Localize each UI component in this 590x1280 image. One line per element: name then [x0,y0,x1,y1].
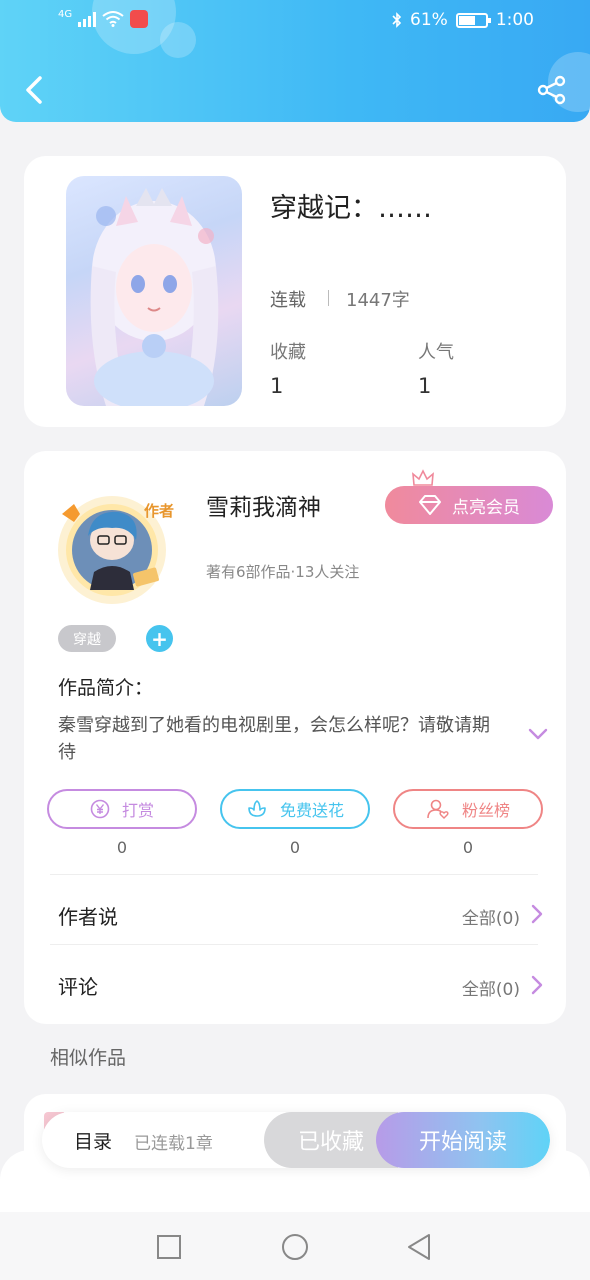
toc-button[interactable]: 目录 [74,1127,112,1154]
network-type: 4G [58,9,73,20]
popularity-value: 1 [418,374,432,398]
author-says-title[interactable]: 作者说 [58,901,118,930]
flower-icon [248,800,266,817]
author-avatar[interactable]: 作者 [48,490,188,606]
clock: 1:00 [495,10,534,30]
crown-icon [412,469,434,486]
send-flower-label: 免费送花 [279,801,344,820]
reward-label: 打赏 [121,801,154,820]
author-badge: 作者 [144,502,174,520]
send-flower-button[interactable]: 免费送花 [220,789,370,829]
back-button[interactable] [20,72,50,108]
system-nav-bar [0,1212,590,1280]
vip-button[interactable]: 点亮会员 [385,486,553,524]
signal-icon [78,11,97,27]
header-bar: 4G 61% 1:00 [0,0,590,122]
comments-title[interactable]: 评论 [58,971,98,1000]
intro-text: 秦雪穿越到了她看的电视剧里，会怎么样呢？请敬请期待 [58,715,490,763]
fan-ranking-button[interactable]: 粉丝榜 [393,789,543,829]
divider [50,944,538,945]
intro-label: 作品简介： [58,677,154,699]
wifi-icon [102,11,124,27]
chevron-right-icon[interactable] [530,903,544,925]
recents-square-icon[interactable] [154,1232,184,1262]
cover-illustration [90,188,219,406]
app-notification-icon [130,10,149,28]
flower-count: 0 [289,838,301,857]
word-count: 1447字 [346,290,410,311]
serial-status: 连载 [270,290,306,311]
fan-ranking-label: 粉丝榜 [461,801,510,820]
author-stats: 著有6部作品·13人关注 [206,563,360,581]
book-title: 穿越记：…… [270,193,432,224]
similar-works-label: 相似作品 [50,1047,127,1069]
genre-tag[interactable]: 穿越 [58,625,116,652]
battery-percent: 61% [410,10,448,30]
comments-all-link[interactable]: 全部(0) [462,975,520,1000]
favorites-value: 1 [270,374,284,398]
chapter-count: 已连载1章 [134,1134,213,1154]
popularity-label: 人气 [418,342,454,363]
fan-user-icon [427,799,449,819]
reward-count: 0 [116,838,128,857]
start-reading-button[interactable]: 开始阅读 [376,1112,550,1168]
yen-coin-icon [90,799,110,819]
meta-divider [328,290,329,306]
bottom-action-bar: 目录 已连载1章 已收藏 开始阅读 [42,1112,550,1168]
vip-button-label: 点亮会员 [452,497,520,518]
chevron-right-icon[interactable] [530,974,544,996]
author-name: 雪莉我滴神 [206,495,321,521]
share-icon[interactable] [536,74,568,106]
author-says-all-link[interactable]: 全部(0) [462,904,520,929]
bluetooth-icon [392,12,402,28]
home-circle-icon[interactable] [280,1232,310,1262]
diamond-icon [419,495,441,515]
status-bar: 4G 61% 1:00 [0,10,590,36]
expand-chevron-icon[interactable] [526,724,550,744]
favorites-label: 收藏 [270,342,306,363]
divider [50,874,538,875]
battery-icon [455,12,491,28]
back-triangle-icon[interactable] [404,1232,434,1262]
fans-count: 0 [462,838,474,857]
book-cover[interactable] [66,176,242,406]
reward-button[interactable]: 打赏 [47,789,197,829]
add-tag-button[interactable]: + [146,625,173,652]
